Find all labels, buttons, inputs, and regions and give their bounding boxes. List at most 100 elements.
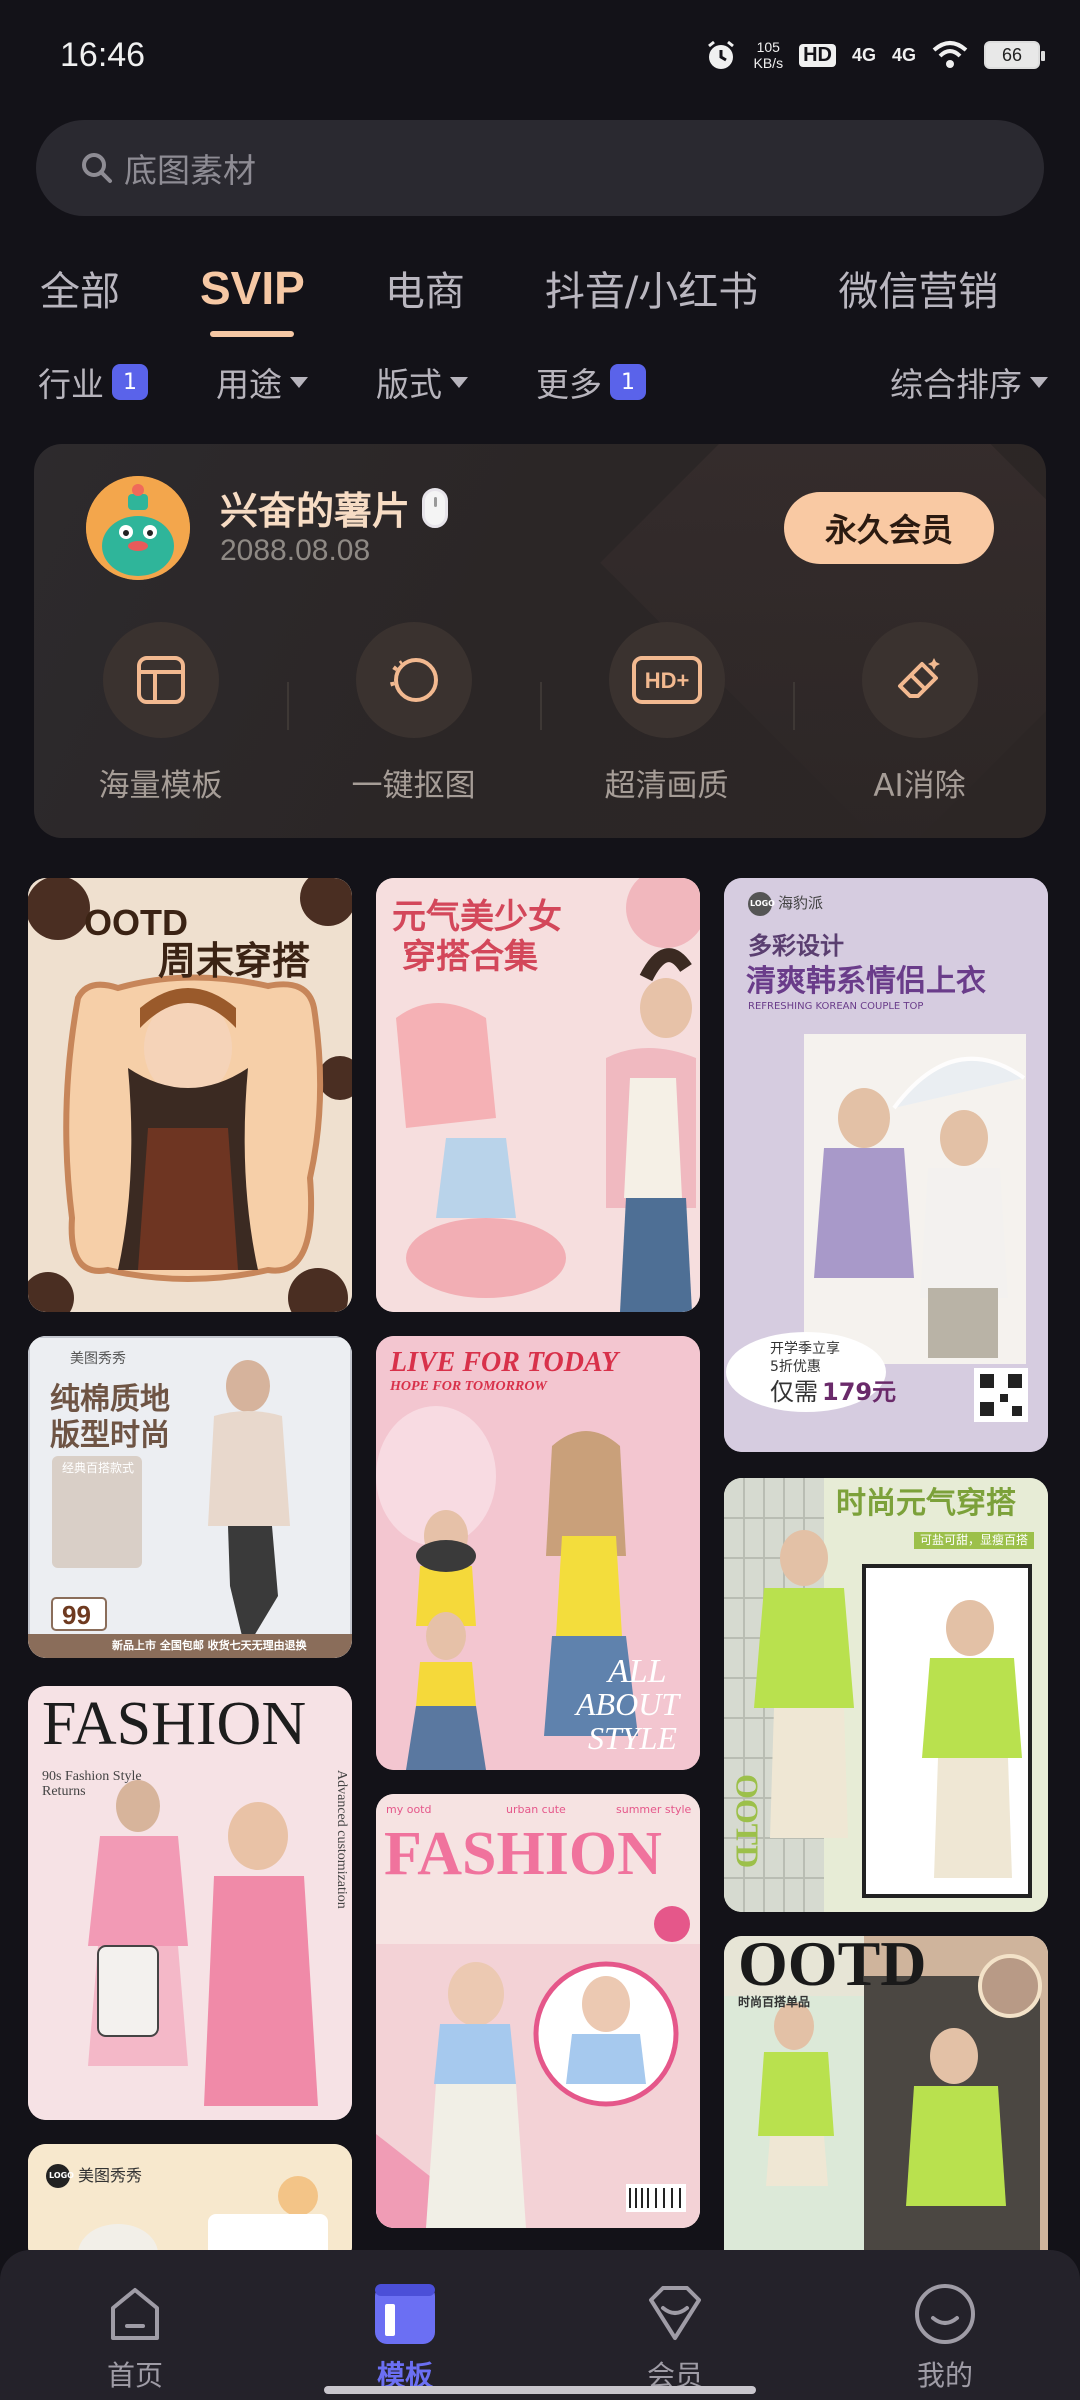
benefit-hd[interactable]: HD+ 超清画质 [540,622,793,812]
benefit-cutout[interactable]: 一键抠图 [287,622,540,812]
nav-home[interactable]: 首页 [0,2250,270,2400]
membership-card: 兴奋的薯片 2088.08.08 永久会员 海量模板 一键抠图 HD+ 超清画质 [34,444,1046,838]
caret-down-icon [1030,376,1048,388]
template-card[interactable]: OOTD 时尚百搭单品 [724,1936,1048,2250]
member-benefits: 海量模板 一键抠图 HD+ 超清画质 AI消除 [34,622,1046,812]
card-title: 多彩设计 [748,932,844,960]
avatar[interactable] [86,476,190,580]
card-en: REFRESHING KOREAN COUPLE TOP [748,1001,924,1012]
caret-down-icon [450,376,468,388]
username-text: 兴奋的薯片 [220,489,411,533]
card-tag: 可盐可甜，显瘦百搭 [914,1532,1035,1549]
card-tag: 时尚百搭单品 [738,1995,811,2009]
tab-wechat-marketing[interactable]: 微信营销 [838,259,998,317]
sort-dropdown[interactable]: 综合排序 [890,358,1048,406]
card-title: 纯棉质地 [50,1382,170,1417]
nav-label: 首页 [106,2359,163,2392]
home-indicator[interactable] [324,2386,756,2394]
card-title: 时尚元气穿搭 [836,1486,1016,1521]
nav-templates[interactable]: 模板 [270,2250,540,2400]
card-brand: 美图秀秀 [70,1351,126,1367]
template-icon [102,622,219,738]
tab-svip[interactable]: SVIP [200,261,305,337]
permanent-vip-button[interactable]: 永久会员 [784,492,994,564]
filter-usage[interactable]: 用途 [216,358,308,406]
profile-icon [915,2284,975,2344]
filter-layout-label: 版式 [376,365,442,404]
card-top-2: urban cute [506,1803,566,1816]
svg-text:HD+: HD+ [644,668,689,693]
hd-plus-icon: HD+ [608,622,725,738]
filter-more[interactable]: 更多 1 [536,358,646,406]
bottom-navigation: 首页 模板 会员 我的 [0,2250,1080,2400]
net-speed-value: 105 [756,39,780,55]
home-icon [111,2288,159,2340]
tab-ecommerce[interactable]: 电商 [385,259,465,317]
card-side-text: OOTD [729,1774,766,1869]
template-card[interactable]: OOTD 周末穿搭 [28,878,352,1312]
battery-indicator: 66 [984,41,1045,69]
card-slogan-3: STYLE [588,1720,677,1756]
benefit-templates[interactable]: 海量模板 [34,622,287,812]
caret-down-icon [290,376,308,388]
card-top-1: my ootd [386,1803,432,1816]
benefit-label: 一键抠图 [351,768,476,804]
template-card[interactable]: LOGO 美图秀秀 [28,2144,352,2250]
card-price-prefix: 仅需 [770,1378,818,1406]
filter-industry-label: 行业 [38,365,104,404]
template-grid: OOTD 周末穿搭 美图秀秀 纯棉质地 版型时尚 经典百搭款式 99 新品上市 … [28,878,1052,2250]
tab-all[interactable]: 全部 [40,259,120,317]
card-title: FASHION [384,1820,662,1888]
card-slogan-2: ABOUT [576,1686,680,1722]
card-subtitle: 清爽韩系情侣上衣 [746,964,986,999]
signal-2-label: 4G [891,44,916,65]
signal-1-label: 4G [851,44,876,65]
hd-voice-icon: HD [799,43,836,67]
benefit-ai-erase[interactable]: AI消除 [793,622,1046,812]
wifi-icon [932,41,968,68]
tab-douyin-xiaohongshu[interactable]: 抖音/小红书 [545,259,758,317]
card-subtitle: HOPE FOR TOMORROW [390,1379,547,1394]
battery-level: 66 [1001,44,1023,65]
card-tag: 经典百搭款式 [62,1461,135,1475]
card-title: FASHION [42,1690,307,1758]
card-subtitle: 穿搭合集 [402,937,538,977]
card-promo-2: 5折优惠 [770,1359,821,1375]
member-date: 2088.08.08 [220,534,371,567]
card-subtitle: 90s Fashion Style Returns [42,1769,142,1799]
username: 兴奋的薯片 [220,480,449,535]
card-promo: 开学季立享 [770,1341,840,1357]
template-card[interactable]: 元气美少女 穿搭合集 [376,878,700,1312]
card-title: OOTD [84,902,188,943]
benefit-label: 海量模板 [98,768,223,804]
status-bar: 16:46 105 KB/s HD 4G 4G 66 [0,0,1080,110]
card-title: LIVE FOR TODAY [390,1347,619,1378]
template-card[interactable]: LOGO 海豹派 多彩设计 清爽韩系情侣上衣 REFRESHING KOREAN… [724,878,1048,1452]
card-subtitle: 版型时尚 [50,1418,170,1453]
sort-label: 综合排序 [890,365,1022,404]
card-side-text: Advanced customization [334,1770,349,1909]
search-bar[interactable]: 底图素材 [36,120,1044,216]
filter-industry[interactable]: 行业 1 [38,358,148,406]
filter-more-badge: 1 [610,364,646,400]
alarm-icon [707,40,734,69]
template-card[interactable]: FASHION 90s Fashion Style Returns Advanc… [28,1686,352,2120]
template-card[interactable]: 时尚元气穿搭 可盐可甜，显瘦百搭 OOTD [724,1478,1048,1912]
template-tab-icon [375,2284,435,2344]
net-speed: 105 KB/s [754,39,784,71]
status-icons: 105 KB/s HD 4G 4G 66 [704,38,1045,72]
template-card[interactable]: my ootd urban cute summer style FASHION [376,1794,700,2228]
filter-layout[interactable]: 版式 [376,358,468,406]
filter-industry-badge: 1 [112,364,148,400]
cutout-icon [355,622,472,738]
card-logo: LOGO [750,899,775,908]
card-price: 99 [62,1600,91,1630]
card-title: OOTD [738,1936,927,1999]
nav-profile[interactable]: 我的 [810,2250,1080,2400]
filter-bar: 行业 1 用途 版式 更多 1 综合排序 [38,352,1048,412]
card-slogan-1: ALL [608,1653,667,1690]
diamond-icon [649,2286,701,2340]
nav-membership[interactable]: 会员 [540,2250,810,2400]
template-card[interactable]: LIVE FOR TODAY HOPE FOR TOMORROW ALL ABO… [376,1336,700,1770]
template-card[interactable]: 美图秀秀 纯棉质地 版型时尚 经典百搭款式 99 新品上市 全国包邮 收货七天无… [28,1336,352,1658]
